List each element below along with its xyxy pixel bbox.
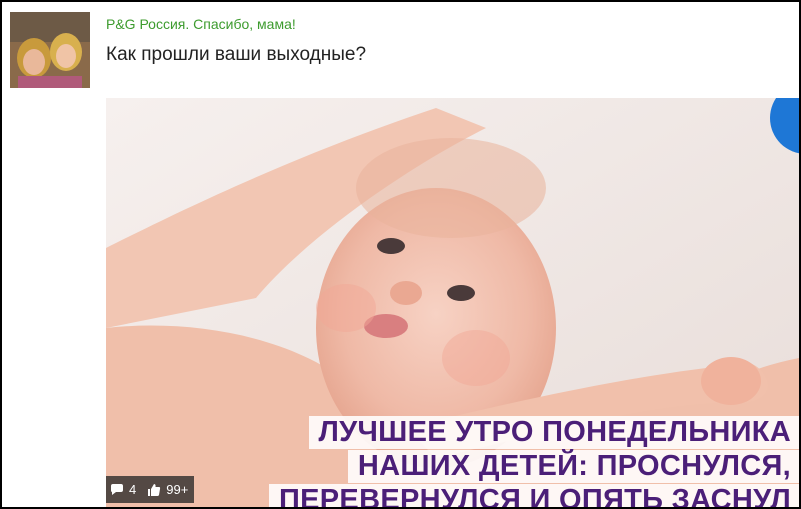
group-name-link[interactable]: P&G Россия. Спасибо, мама! [106, 16, 296, 32]
post-stats: 4 99+ [106, 476, 195, 503]
thumbs-up-icon[interactable] [147, 483, 161, 497]
post-card: P&G Россия. Спасибо, мама! Как прошли ва… [0, 0, 801, 509]
group-avatar[interactable] [10, 12, 90, 88]
caption-line-2: НАШИХ ДЕТЕЙ: ПРОСНУЛСЯ, [347, 450, 799, 483]
post-text: Как прошли ваши выходные? [106, 44, 367, 65]
comments-count[interactable]: 4 [129, 482, 136, 497]
caption-line-1: ЛУЧШЕЕ УТРО ПОНЕДЕЛЬНИКА [308, 416, 799, 449]
post-image[interactable]: ЛУЧШЕЕ УТРО ПОНЕДЕЛЬНИКА НАШИХ ДЕТЕЙ: ПР… [106, 98, 799, 507]
speech-bubble-icon[interactable] [110, 483, 124, 496]
likes-count[interactable]: 99+ [166, 482, 188, 497]
caption-line-3: ПЕРЕВЕРНУЛСЯ И ОПЯТЬ ЗАСНУЛ [269, 484, 799, 507]
